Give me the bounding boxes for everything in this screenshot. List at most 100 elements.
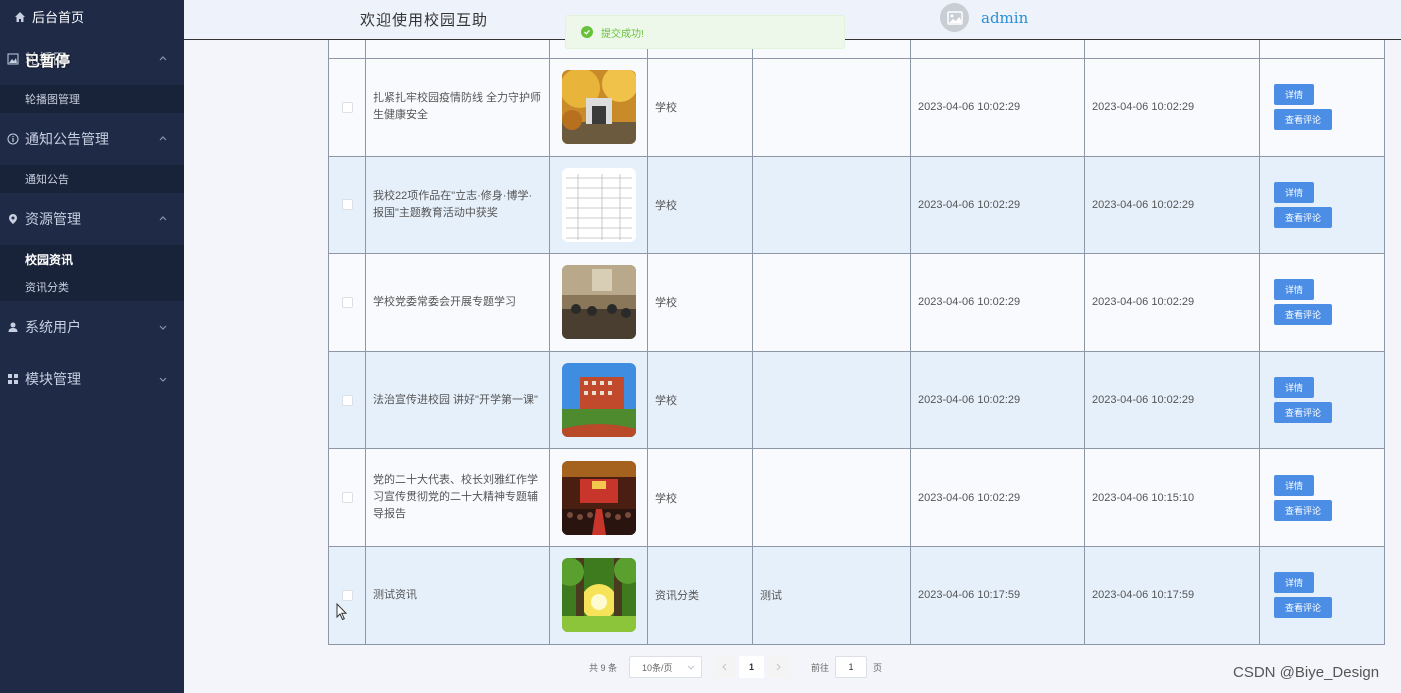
table-row: 党的二十大代表、校长刘雅红作学习宣传贯彻党的二十大精神专题辅导报告 学校 202… [329,449,1385,547]
view-comments-button[interactable]: 查看评论 [1274,402,1332,424]
news-title: 党的二十大代表、校长刘雅红作学习宣传贯彻党的二十大精神专题辅导报告 [366,449,550,546]
sidebar-group-label: 模块管理 [25,371,81,387]
view-comments-button[interactable]: 查看评论 [1274,206,1332,228]
row-checkbox[interactable] [341,296,353,308]
news-image-cell [550,351,648,449]
created-time: 2023-04-06 10:02:29 [911,351,1085,449]
sidebar-item-notice[interactable]: 通知公告 [0,165,184,193]
row-checkbox[interactable] [341,101,353,113]
detail-button[interactable]: 详情 [1274,572,1314,594]
news-category: 学校 [648,449,753,546]
view-comments-button[interactable]: 查看评论 [1274,304,1332,326]
detail-button[interactable]: 详情 [1274,474,1314,496]
grid-icon [8,374,18,384]
created-time: 2023-04-06 10:02:29 [911,449,1085,546]
goto-prefix: 前往 [811,662,830,673]
detail-button[interactable]: 详情 [1274,181,1314,203]
view-comments-button[interactable]: 查看评论 [1274,109,1332,131]
updated-time: 2023-04-06 10:02:29 [1085,351,1260,449]
sidebar-group-label: 资源管理 [25,211,81,227]
table-row [329,40,1385,59]
news-category: 学校 [648,254,753,351]
sidebar-item-label: 后台首页 [32,10,85,25]
page-size-select[interactable]: 10条/页 [629,656,703,678]
chevron-down-icon [159,377,167,382]
row-checkbox[interactable] [341,394,353,406]
news-image-cell [550,59,648,156]
chevron-up-icon [159,136,167,141]
table-row: 法治宣传进校园 讲好"开学第一课" 学校 2023-04-06 10:02:29… [329,351,1385,450]
goto-page-input[interactable]: 1 [835,656,868,678]
view-comments-button[interactable]: 查看评论 [1274,597,1332,619]
updated-time: 2023-04-06 10:02:29 [1085,156,1260,254]
created-time: 2023-04-06 10:17:59 [911,546,1085,644]
avatar[interactable] [940,3,969,32]
chevron-up-icon [159,56,167,61]
table-row: 扎紧扎牢校园疫情防线 全力守护师生健康安全 学校 2023-04-06 10:0… [329,59,1385,157]
sidebar-group-resources[interactable]: 资源管理 [0,193,184,245]
row-checkbox[interactable] [341,492,353,504]
detail-button[interactable]: 详情 [1274,84,1314,106]
news-thumbnail [561,558,636,633]
chevron-down-icon [687,665,695,670]
row-checkbox-cell [329,351,366,449]
user-icon [8,322,18,332]
sidebar-item-news-category[interactable]: 资讯分类 [0,273,184,301]
sidebar-group-system-users[interactable]: 系统用户 [0,301,184,353]
detail-button[interactable]: 详情 [1274,279,1314,301]
goto-page: 前往 1 页 [811,656,882,678]
toast-message: 提交成功! [601,28,644,40]
location-pin-icon [9,214,17,224]
row-actions: 详情 查看评论 [1260,351,1385,449]
news-desc: 测试 [753,546,911,644]
row-actions: 详情 查看评论 [1260,254,1385,351]
watermark: CSDN @Biye_Design [1233,664,1380,681]
page-size-value: 10条/页 [642,662,673,673]
chevron-up-icon [159,216,167,221]
news-image-cell [550,254,648,351]
sidebar: 后台首页 轮播图 已暂停 轮播图管理 通知公告管理 通知公告 资源管理 校园资讯… [0,0,184,693]
row-checkbox-cell [329,254,366,351]
sidebar-group-notices[interactable]: 通知公告管理 [0,113,184,165]
news-desc [753,59,911,156]
row-actions: 详情 查看评论 [1260,156,1385,254]
news-thumbnail [561,460,636,535]
created-time: 2023-04-06 10:02:29 [911,254,1085,351]
chevron-right-icon [776,663,781,671]
image-icon [7,53,19,65]
username[interactable]: admin [981,9,1028,27]
news-title: 扎紧扎牢校园疫情防线 全力守护师生健康安全 [366,59,550,156]
news-title: 法治宣传进校园 讲好"开学第一课" [366,351,550,449]
next-page-button[interactable] [767,656,790,678]
sidebar-item-campus-news[interactable]: 校园资讯 [0,245,184,273]
news-thumbnail [561,70,636,145]
row-actions: 详情 查看评论 [1260,449,1385,546]
chevron-left-icon [722,663,727,671]
chevron-down-icon [159,325,167,330]
view-comments-button[interactable]: 查看评论 [1274,499,1332,521]
updated-time: 2023-04-06 10:02:29 [1085,254,1260,351]
row-checkbox[interactable] [341,589,353,601]
sidebar-group-modules[interactable]: 模块管理 [0,353,184,405]
detail-button[interactable]: 详情 [1274,377,1314,399]
check-circle-icon [581,26,593,38]
news-image-cell [550,449,648,546]
news-image-cell [550,546,648,644]
pagination: 共 9 条 10条/页 1 前往 1 页 [589,656,882,678]
paused-overlay: 已暂停 [25,53,71,70]
updated-time: 2023-04-06 10:17:59 [1085,546,1260,644]
news-image-cell [550,156,648,254]
pagination-total: 共 9 条 [589,662,618,673]
news-thumbnail [561,265,636,340]
prev-page-button[interactable] [714,656,737,678]
page-number-current[interactable]: 1 [739,656,765,678]
sidebar-item-carousel-manage[interactable]: 轮播图管理 [0,85,184,113]
table-row: 学校党委常委会开展专题学习 学校 2023-04-06 10:02:29 202… [329,254,1385,352]
row-checkbox-cell [329,59,366,156]
success-toast: 提交成功! [565,15,845,49]
updated-time: 2023-04-06 10:15:10 [1085,449,1260,546]
row-checkbox[interactable] [341,199,353,211]
news-title: 我校22项作品在"立志·修身·博学·报国"主题教育活动中获奖 [366,156,550,254]
sidebar-item-home[interactable]: 后台首页 [0,0,184,33]
goto-suffix: 页 [873,662,883,673]
